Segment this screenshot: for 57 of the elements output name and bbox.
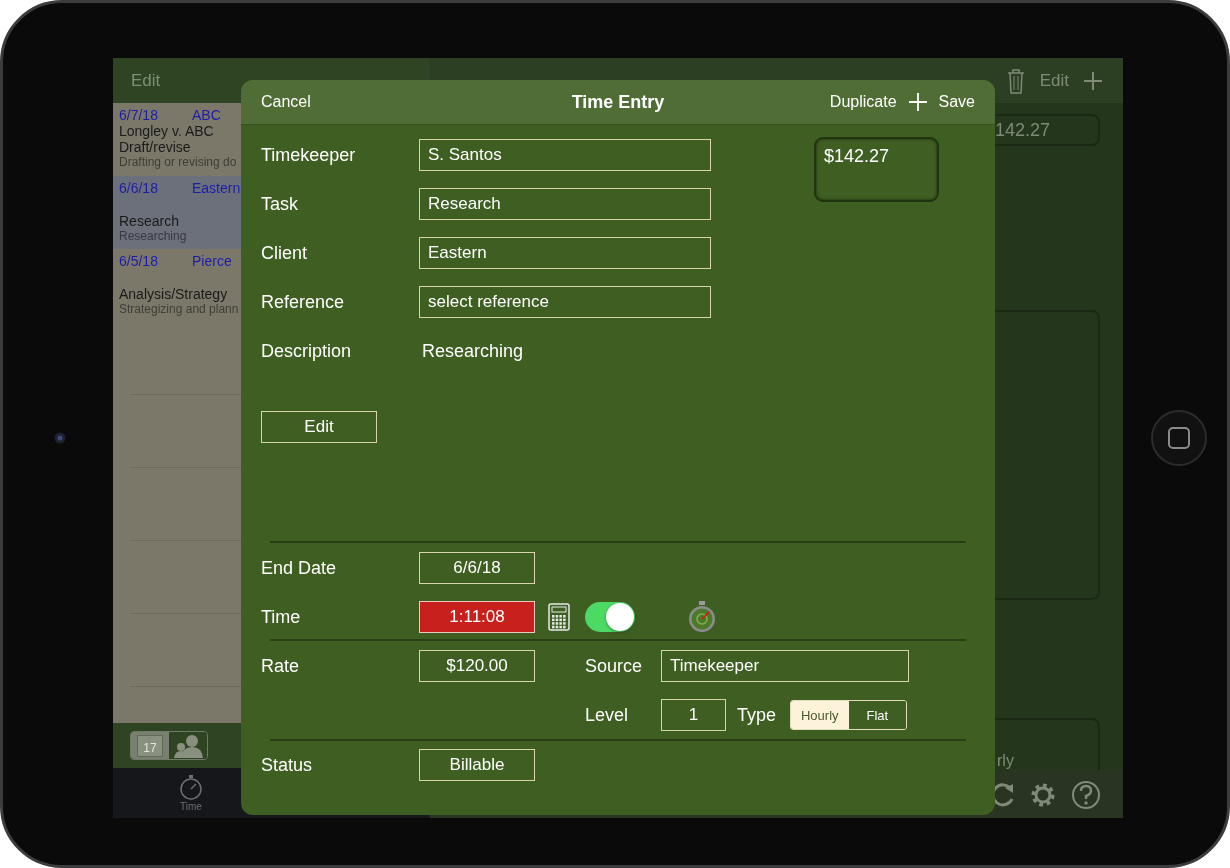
field-label: Client [261,242,309,264]
save-button[interactable]: Save [938,93,975,111]
field-label: Time [261,606,302,628]
field-label: Task [261,193,299,215]
segment-option[interactable]: Hourly [791,701,849,729]
stopwatch-icon [178,774,204,800]
entry-task: Analysis/Strategy [119,286,228,302]
calendar-icon: 17 [137,734,163,757]
entry-title: Longley v. ABC [119,123,214,139]
description-text: Researching [421,340,525,362]
entry-client: Pierce [192,253,232,269]
input-field[interactable]: Research [419,188,711,220]
field-label: Level [585,704,630,726]
input-field[interactable]: 6/6/18 [419,552,535,584]
entry-date: 6/7/18 [119,107,159,123]
amount-field: $142.27 [814,137,939,202]
field-label: End Date [261,557,338,579]
entry-client: ABC [192,107,221,123]
input-field[interactable]: Eastern [419,237,711,269]
entry-note: Strategizing and plann [119,302,239,316]
field-label: Reference [261,291,346,313]
input-field[interactable]: Timekeeper [661,650,909,682]
rate-type-text: rly [997,752,1014,770]
toggle-switch[interactable] [585,602,635,632]
entry-client: Eastern [192,180,241,196]
input-field[interactable]: $120.00 [419,650,535,682]
field-label: Source [585,655,644,677]
settings-icon[interactable] [1029,781,1057,809]
cancel-button[interactable]: Cancel [261,93,311,111]
entry-task: Research [119,213,179,229]
people-icon [173,733,203,758]
entry-date: 6/5/18 [119,253,159,269]
entry-note: Drafting or revising do [119,155,237,169]
field-label: Status [261,754,314,776]
input-field[interactable]: Billable [419,749,535,781]
field-label: Type [737,704,777,726]
edit-button[interactable]: Edit [261,411,377,443]
plus-icon[interactable] [1083,70,1103,91]
input-field[interactable]: select reference [419,286,711,318]
field-label: Rate [261,655,301,677]
trash-icon[interactable] [1005,67,1026,94]
stopwatch-icon[interactable] [687,601,717,633]
camera-icon [54,432,66,444]
field-label: Description [261,340,353,362]
help-icon[interactable] [1071,780,1101,810]
entry-date: 6/6/18 [119,180,159,196]
calculator-icon[interactable] [548,603,570,631]
entry-note: Researching [119,229,187,243]
input-field[interactable]: S. Santos [419,139,711,171]
input-field[interactable]: 1 [661,699,726,731]
tab-label: Time [180,801,202,812]
home-button[interactable] [1151,410,1207,466]
field-label: Timekeeper [261,144,357,166]
duplicate-button[interactable]: Duplicate [829,93,897,111]
entry-task: Draft/revise [119,139,191,155]
modal-title: Time Entry [571,91,665,113]
input-field[interactable]: 1:11:08 [419,601,535,633]
